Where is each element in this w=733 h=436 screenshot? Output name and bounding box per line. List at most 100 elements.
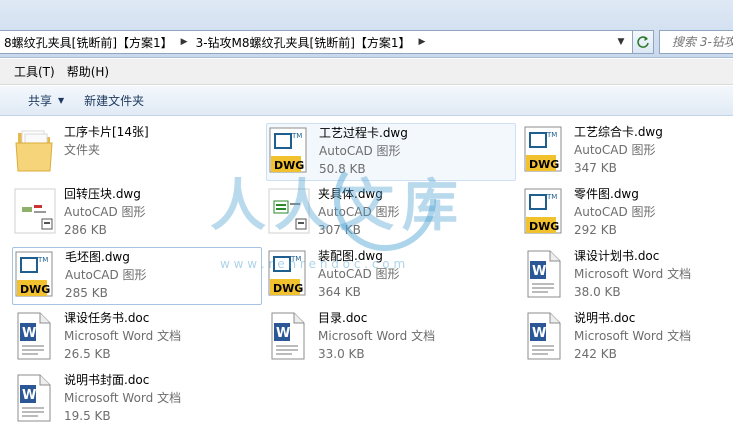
dwg-icon: TM DWG bbox=[267, 126, 317, 180]
file-item[interactable]: 夹具体.dwg AutoCAD 图形 307 KB bbox=[266, 185, 512, 243]
file-item[interactable]: TM DWG 毛坯图.dwg AutoCAD 图形 285 KB bbox=[12, 247, 262, 305]
file-item[interactable]: 工序卡片[14张] 文件夹 bbox=[12, 123, 258, 181]
chevron-down-icon: ▼ bbox=[617, 37, 625, 47]
file-item[interactable]: W 目录.doc Microsoft Word 文档 33.0 KB bbox=[266, 309, 512, 367]
command-toolbar: 共享 ▼ 新建文件夹 bbox=[0, 86, 733, 116]
file-item[interactable]: W 说明书.doc Microsoft Word 文档 242 KB bbox=[522, 309, 733, 367]
breadcrumb[interactable]: 8螺纹孔夹具[铣断前]【方案1】 ▶ 3-钻攻M8螺纹孔夹具[铣断前]【方案1】… bbox=[0, 30, 650, 54]
svg-text:DWG: DWG bbox=[529, 220, 559, 233]
menu-tools[interactable]: 工具(T) bbox=[8, 63, 61, 80]
file-item[interactable]: W 课设任务书.doc Microsoft Word 文档 26.5 KB bbox=[12, 309, 258, 367]
chevron-right-icon[interactable]: ▶ bbox=[177, 37, 192, 47]
word-doc-icon: W bbox=[522, 311, 572, 365]
svg-text:TM: TM bbox=[546, 131, 557, 139]
file-size: 26.5 KB bbox=[64, 347, 111, 361]
dwg-thumbnail-icon bbox=[12, 187, 62, 241]
file-type: AutoCAD 图形 bbox=[318, 205, 400, 219]
chevron-right-icon[interactable]: ▶ bbox=[415, 37, 430, 47]
file-type: 文件夹 bbox=[64, 143, 101, 157]
file-name: 目录.doc bbox=[318, 311, 368, 325]
file-type: Microsoft Word 文档 bbox=[64, 329, 182, 343]
dwg-icon: TM DWG bbox=[522, 187, 572, 241]
svg-text:DWG: DWG bbox=[274, 159, 304, 172]
dwg-icon: TM DWG bbox=[266, 249, 316, 303]
file-item[interactable]: TM DWG 零件图.dwg AutoCAD 图形 292 KB bbox=[522, 185, 733, 243]
file-type: AutoCAD 图形 bbox=[574, 205, 656, 219]
file-size: 33.0 KB bbox=[318, 347, 365, 361]
svg-text:W: W bbox=[532, 264, 546, 279]
dwg-thumbnail-icon bbox=[266, 187, 316, 241]
menu-bar: 工具(T) 帮助(H) bbox=[0, 59, 733, 85]
file-size: 50.8 KB bbox=[319, 162, 366, 176]
file-name: 课设任务书.doc bbox=[64, 311, 150, 325]
file-size: 19.5 KB bbox=[64, 409, 111, 423]
file-size: 286 KB bbox=[64, 223, 107, 237]
chevron-down-icon: ▼ bbox=[58, 96, 65, 105]
dwg-icon: TM DWG bbox=[13, 250, 63, 304]
svg-text:W: W bbox=[532, 326, 546, 341]
address-dropdown-button[interactable]: ▼ bbox=[612, 30, 630, 54]
svg-text:TM: TM bbox=[291, 132, 302, 140]
file-name: 工艺过程卡.dwg bbox=[319, 126, 408, 140]
file-size: 307 KB bbox=[318, 223, 361, 237]
file-size: 242 KB bbox=[574, 347, 617, 361]
svg-text:TM: TM bbox=[546, 193, 557, 201]
file-size: 292 KB bbox=[574, 223, 617, 237]
refresh-button[interactable] bbox=[632, 30, 654, 54]
file-type: AutoCAD 图形 bbox=[574, 143, 656, 157]
word-doc-icon: W bbox=[12, 373, 62, 427]
breadcrumb-item-current[interactable]: 3-钻攻M8螺纹孔夹具[铣断前]【方案1】 bbox=[192, 34, 415, 51]
svg-text:TM: TM bbox=[37, 256, 48, 264]
svg-text:W: W bbox=[22, 326, 36, 341]
share-label: 共享 bbox=[28, 94, 53, 108]
svg-text:W: W bbox=[276, 326, 290, 341]
menu-help[interactable]: 帮助(H) bbox=[61, 63, 115, 80]
file-type: Microsoft Word 文档 bbox=[574, 329, 692, 343]
svg-text:DWG: DWG bbox=[273, 282, 303, 295]
file-size: 285 KB bbox=[65, 286, 108, 300]
file-name: 毛坯图.dwg bbox=[65, 250, 130, 264]
file-item[interactable]: W 课设计划书.doc Microsoft Word 文档 38.0 KB bbox=[522, 247, 733, 305]
file-name: 零件图.dwg bbox=[574, 187, 639, 201]
word-doc-icon: W bbox=[266, 311, 316, 365]
svg-text:DWG: DWG bbox=[529, 158, 559, 171]
new-folder-button[interactable]: 新建文件夹 bbox=[74, 92, 154, 109]
address-bar-area: 8螺纹孔夹具[铣断前]【方案1】 ▶ 3-钻攻M8螺纹孔夹具[铣断前]【方案1】… bbox=[0, 0, 733, 58]
file-name: 工序卡片[14张] bbox=[64, 125, 149, 139]
file-type: AutoCAD 图形 bbox=[319, 144, 401, 158]
search-input[interactable] bbox=[672, 35, 733, 49]
folder-icon bbox=[12, 125, 62, 179]
share-button[interactable]: 共享 ▼ bbox=[18, 92, 74, 109]
file-size: 38.0 KB bbox=[574, 285, 621, 299]
file-item[interactable]: 回转压块.dwg AutoCAD 图形 286 KB bbox=[12, 185, 258, 243]
refresh-icon bbox=[637, 36, 649, 48]
search-box[interactable] bbox=[659, 30, 733, 54]
file-item[interactable]: TM DWG 装配图.dwg AutoCAD 图形 364 KB bbox=[266, 247, 512, 305]
file-item[interactable]: TM DWG 工艺过程卡.dwg AutoCAD 图形 50.8 KB bbox=[266, 123, 516, 181]
file-type: AutoCAD 图形 bbox=[64, 205, 146, 219]
file-name: 说明书.doc bbox=[574, 311, 636, 325]
svg-text:W: W bbox=[22, 388, 36, 403]
new-folder-label: 新建文件夹 bbox=[84, 94, 145, 108]
file-name: 课设计划书.doc bbox=[574, 249, 660, 263]
file-name: 回转压块.dwg bbox=[64, 187, 141, 201]
word-doc-icon: W bbox=[522, 249, 572, 303]
file-name: 工艺综合卡.dwg bbox=[574, 125, 663, 139]
file-name: 说明书封面.doc bbox=[64, 373, 150, 387]
file-name: 夹具体.dwg bbox=[318, 187, 383, 201]
breadcrumb-item-parent[interactable]: 8螺纹孔夹具[铣断前]【方案1】 bbox=[0, 34, 177, 51]
svg-text:DWG: DWG bbox=[20, 283, 50, 296]
file-size: 347 KB bbox=[574, 161, 617, 175]
file-type: Microsoft Word 文档 bbox=[64, 391, 182, 405]
word-doc-icon: W bbox=[12, 311, 62, 365]
file-list: 工序卡片[14张] 文件夹 TM DWG 工艺过程卡.dwg AutoCAD 图… bbox=[0, 117, 733, 436]
file-name: 装配图.dwg bbox=[318, 249, 383, 263]
file-type: Microsoft Word 文档 bbox=[574, 267, 692, 281]
file-item[interactable]: W 说明书封面.doc Microsoft Word 文档 19.5 KB bbox=[12, 371, 258, 429]
file-item[interactable]: TM DWG 工艺综合卡.dwg AutoCAD 图形 347 KB bbox=[522, 123, 733, 181]
file-type: Microsoft Word 文档 bbox=[318, 329, 436, 343]
file-type: AutoCAD 图形 bbox=[65, 268, 147, 282]
svg-text:TM: TM bbox=[290, 255, 301, 263]
dwg-icon: TM DWG bbox=[522, 125, 572, 179]
file-size: 364 KB bbox=[318, 285, 361, 299]
